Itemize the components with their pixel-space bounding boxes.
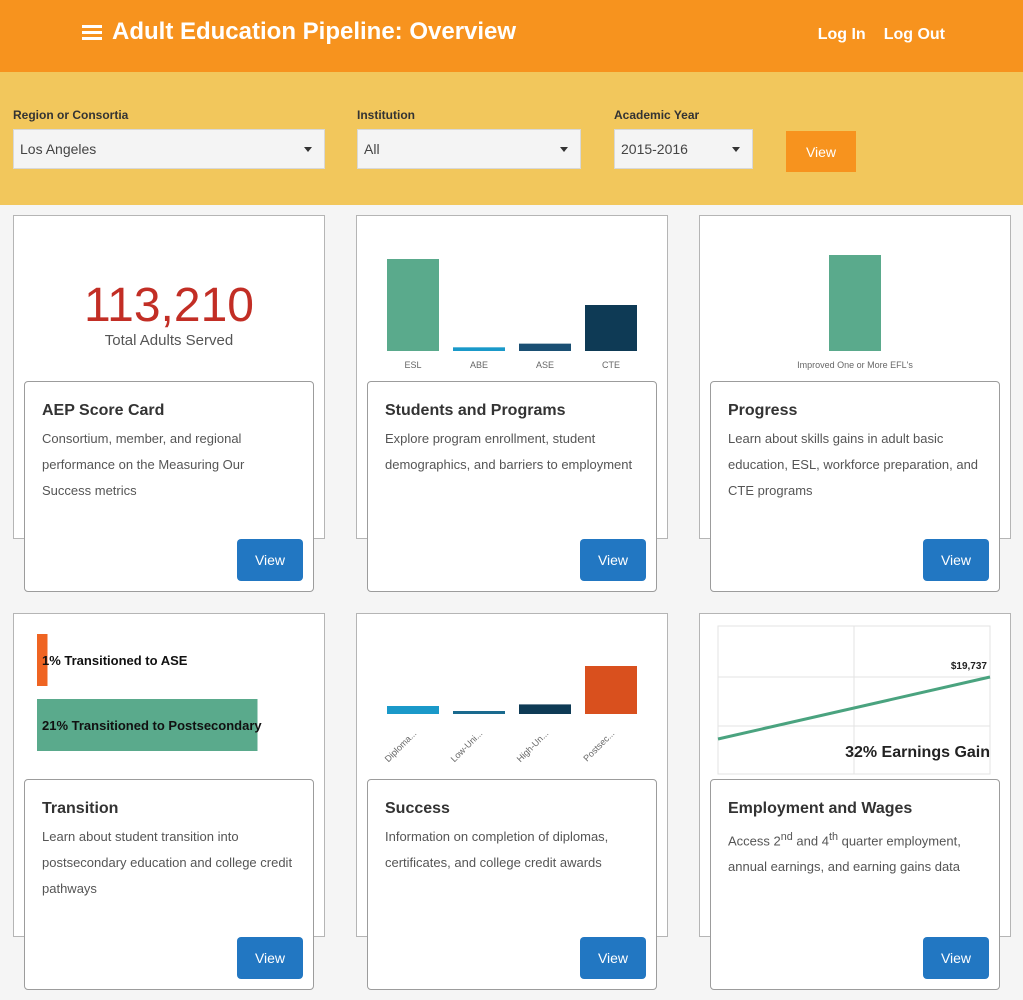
filter-bar: Region or Consortia Los Angeles Institut…	[0, 72, 1023, 205]
desc-superscript: nd	[780, 831, 793, 843]
institution-select-value: All	[364, 141, 380, 157]
year-filter: Academic Year 2015-2016	[614, 108, 753, 169]
tick-label: Low-Uni...	[449, 728, 485, 764]
tick-label: ESL	[404, 360, 421, 370]
card-title: AEP Score Card	[42, 402, 165, 419]
earnings-gain-annotation: 32% Earnings Gain	[845, 744, 990, 761]
card-title: Progress	[728, 402, 798, 419]
transition-bar-chart: 1% Transitioned to ASE 21% Transitioned t…	[37, 634, 262, 751]
filter-view-button[interactable]: View	[786, 131, 856, 172]
tick-label: CTE	[602, 360, 620, 370]
desc-superscript: th	[828, 831, 838, 843]
page-title: Adult Education Pipeline: Overview	[112, 18, 517, 45]
bar-ase	[519, 343, 571, 351]
auth-links: Log In Log Out	[818, 26, 945, 44]
card-description: Information on completion of diplomas, c…	[385, 829, 609, 870]
logout-link[interactable]: Log Out	[884, 26, 945, 44]
card-title: Employment and Wages	[728, 800, 913, 817]
transition-card: Transition Learn about student transitio…	[24, 779, 314, 990]
institution-filter-label: Institution	[357, 108, 415, 122]
bar-cte	[585, 305, 637, 351]
success-bar-1	[453, 711, 505, 714]
chevron-down-icon	[560, 146, 568, 152]
transition-bar-label: 1% Transitioned to ASE	[42, 653, 188, 668]
success-bar-0	[387, 706, 439, 714]
chevron-down-icon	[304, 146, 312, 152]
top-nav-bar: Adult Education Pipeline: Overview Log I…	[0, 0, 1023, 72]
programs-card: Students and Programs Explore program en…	[367, 381, 657, 592]
tick-label: ABE	[470, 360, 488, 370]
programs-view-button[interactable]: View	[580, 539, 646, 581]
card-description: Learn about student transition into post…	[42, 829, 293, 896]
earnings-line-chart: $19,737 32% Earnings Gain	[717, 625, 991, 775]
scorecard-card: AEP Score Card Consortium, member, and r…	[24, 381, 314, 592]
success-bar-chart: Diploma... Low-Uni... High-Un... Postsec...	[383, 666, 637, 764]
desc-text: and 4	[792, 833, 829, 849]
region-select[interactable]: Los Angeles	[13, 129, 325, 169]
card-description: Consortium, member, and regional perform…	[42, 431, 245, 498]
tick-label: Diploma...	[383, 728, 419, 764]
region-filter: Region or Consortia Los Angeles	[13, 108, 325, 169]
desc-text: Access 2	[728, 833, 781, 849]
tick-label: Postsec...	[581, 728, 616, 763]
hamburger-menu-icon[interactable]	[82, 24, 102, 40]
wages-card: Employment and Wages Access 2nd and 4th …	[710, 779, 1000, 990]
bar-improved-efl	[829, 255, 881, 351]
card-description: Explore program enrollment, student demo…	[385, 431, 633, 472]
app-brand[interactable]: Adult Education Pipeline: Overview	[82, 18, 516, 46]
year-filter-label: Academic Year	[614, 108, 700, 122]
region-select-value: Los Angeles	[20, 141, 97, 157]
success-bar-2	[519, 704, 571, 714]
tick-label: ASE	[536, 360, 554, 370]
success-bar-3	[585, 666, 637, 714]
wages-view-button[interactable]: View	[923, 937, 989, 979]
card-description: Access 2nd and 4th quarter employment, a…	[728, 824, 982, 880]
chevron-down-icon	[732, 146, 740, 152]
card-title: Students and Programs	[385, 402, 566, 419]
total-adults-value: 113,210	[84, 279, 254, 332]
end-value-label: $19,737	[951, 661, 988, 672]
transition-view-button[interactable]: View	[237, 937, 303, 979]
card-description: Learn about skills gains in adult basic …	[728, 431, 979, 498]
tick-label: Improved One or More EFL's	[797, 360, 913, 370]
programs-bar-chart: ESL ABE ASE CTE	[387, 259, 637, 370]
card-title: Transition	[42, 800, 119, 817]
institution-filter: Institution All	[357, 108, 581, 169]
institution-select[interactable]: All	[357, 129, 581, 169]
scorecard-view-button[interactable]: View	[237, 539, 303, 581]
progress-view-button[interactable]: View	[923, 539, 989, 581]
bar-abe	[453, 347, 505, 351]
total-adults-label: Total Adults Served	[104, 332, 234, 349]
year-select-value: 2015-2016	[621, 141, 688, 157]
success-card: Success Information on completion of dip…	[367, 779, 657, 990]
year-select[interactable]: 2015-2016	[614, 129, 753, 169]
success-view-button[interactable]: View	[580, 937, 646, 979]
login-link[interactable]: Log In	[818, 26, 866, 44]
transition-bar-label: 21% Transitioned to Postsecondary	[42, 718, 262, 733]
region-filter-label: Region or Consortia	[13, 108, 129, 122]
card-title: Success	[385, 800, 450, 817]
progress-bar-chart: Improved One or More EFL's	[797, 255, 913, 370]
bar-esl	[387, 259, 439, 351]
tick-label: High-Un...	[515, 728, 551, 764]
progress-card: Progress Learn about skills gains in adu…	[710, 381, 1000, 592]
